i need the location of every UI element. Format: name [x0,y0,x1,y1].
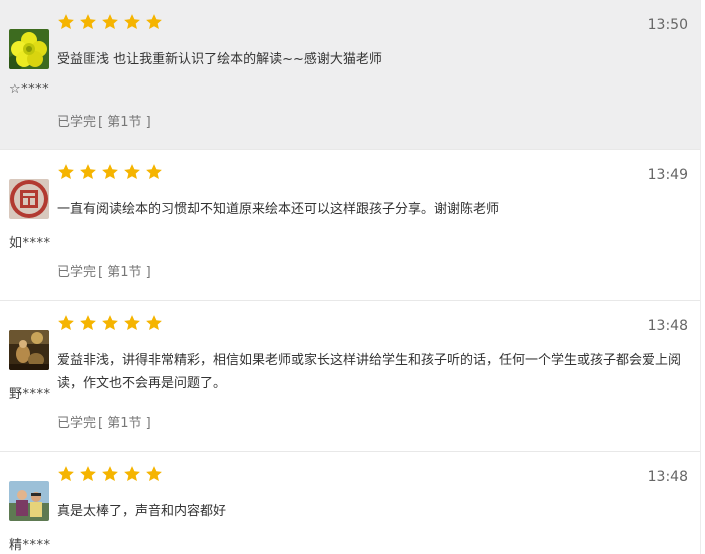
review-time: 13:49 [647,167,688,183]
red-seal-avatar[interactable] [9,179,49,219]
review-text: 爱益非浅，讲得非常精彩，相信如果老师或家长这样讲给学生和孩子听的话，任何一个学生… [57,353,682,391]
star-icon [145,314,163,332]
section-label: 第1节 [107,265,142,280]
section-label: 第1节 [107,115,142,130]
star-icon [79,314,97,332]
star-icon [79,13,97,31]
review-list: ☆**** 13:50 受益匪浅 也让我重新认识了绘本的解读~~感谢大猫老师 已… [0,0,701,554]
couple-photo-avatar[interactable] [9,481,49,521]
star-icon [57,465,75,483]
star-icon [57,163,75,181]
star-rating [57,13,163,31]
review-item[interactable]: 如**** 13:49 一直有阅读绘本的习惯却不知道原来绘本还可以这样跟孩子分享… [0,150,700,301]
painting-avatar[interactable] [9,330,49,370]
username: ☆**** [9,82,50,97]
completion-status: 已学完 [57,265,97,280]
star-icon [57,13,75,31]
username: 如**** [9,236,51,251]
review-item[interactable]: 精**** 13:48 真是太棒了，声音和内容都好 [0,452,700,554]
star-icon [101,163,119,181]
review-time: 13:50 [647,17,688,33]
star-icon [101,314,119,332]
section-label: 第1节 [107,416,142,431]
star-rating [57,163,163,181]
star-icon [145,465,163,483]
review-text: 真是太棒了，声音和内容都好 [57,504,227,519]
star-icon [145,163,163,181]
completion-status: 已学完 [57,115,97,130]
progress-info: 已学完[ 第1节 ] [57,416,151,431]
review-text: 受益匪浅 也让我重新认识了绘本的解读~~感谢大猫老师 [57,52,382,67]
star-icon [57,314,75,332]
review-text: 一直有阅读绘本的习惯却不知道原来绘本还可以这样跟孩子分享。谢谢陈老师 [57,202,500,217]
star-icon [79,163,97,181]
completion-status: 已学完 [57,416,97,431]
star-icon [123,465,141,483]
review-time: 13:48 [647,318,688,334]
username: 野**** [9,387,51,402]
progress-info: 已学完[ 第1节 ] [57,115,151,130]
star-icon [123,163,141,181]
star-icon [123,13,141,31]
review-item[interactable]: ☆**** 13:50 受益匪浅 也让我重新认识了绘本的解读~~感谢大猫老师 已… [0,0,700,150]
yellow-flower-avatar[interactable] [9,29,49,69]
star-rating [57,314,163,332]
star-icon [123,314,141,332]
star-rating [57,465,163,483]
review-time: 13:48 [647,469,688,485]
star-icon [101,465,119,483]
star-icon [145,13,163,31]
review-item[interactable]: 野**** 13:48 爱益非浅，讲得非常精彩，相信如果老师或家长这样讲给学生和… [0,301,700,452]
star-icon [79,465,97,483]
progress-info: 已学完[ 第1节 ] [57,265,151,280]
star-icon [101,13,119,31]
username: 精**** [9,538,51,553]
